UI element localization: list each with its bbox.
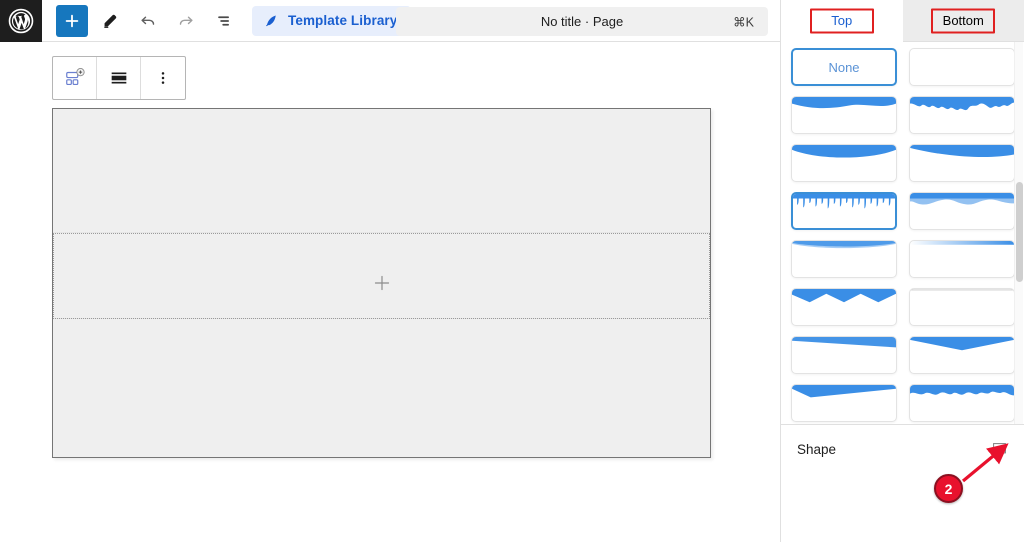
shape-preview-drips [793, 194, 895, 209]
shape-preview-line-gradient [910, 241, 1014, 245]
plus-icon [65, 14, 79, 27]
shape-setting-row: Shape [781, 425, 1024, 459]
shape-preview-zigzag [792, 289, 896, 303]
wordpress-logo-icon [8, 8, 34, 34]
document-overview-icon [218, 15, 229, 26]
command-palette-shortcut: ⌘K [733, 15, 754, 29]
shape-preview-wave-gradient [910, 193, 1014, 205]
document-title-bar[interactable]: No title · Page ⌘K [396, 7, 768, 36]
shape-preset-wave-gradient[interactable] [909, 192, 1015, 230]
more-options-icon [161, 72, 165, 84]
shape-position-tabs: Top Bottom [781, 0, 1024, 42]
block-toolbar [52, 56, 186, 100]
top-bar-tools: Template Library [42, 4, 412, 37]
shape-preset-hairline[interactable] [909, 288, 1015, 326]
selected-section-block[interactable] [52, 108, 711, 458]
wordpress-logo-button[interactable] [0, 0, 42, 42]
undo-arrow-icon [141, 16, 155, 25]
plus-icon [374, 275, 389, 291]
shape-preset-curve-thin[interactable] [791, 240, 897, 278]
redo-button[interactable] [170, 5, 202, 37]
shape-preset-drips[interactable] [791, 192, 897, 230]
tab-bottom[interactable]: Bottom [902, 0, 1024, 42]
shape-preview-slope-left [792, 385, 896, 398]
shape-divider-sidebar: Top Bottom None Custom PRO Shape [780, 0, 1024, 542]
tab-top[interactable]: Top [781, 0, 903, 42]
edit-tool-button[interactable] [94, 5, 126, 37]
shape-preset-curve-convex[interactable] [791, 144, 897, 182]
editor-canvas-area [0, 42, 780, 542]
shape-preview-slope-right [792, 337, 896, 348]
template-library-button[interactable]: Template Library [252, 5, 412, 36]
shape-preset-curve-tilt[interactable] [909, 144, 1015, 182]
panel-vertical-scrollbar[interactable] [1014, 42, 1023, 424]
editor-top-bar: Template Library No title · Page ⌘K [0, 0, 780, 42]
shape-preview-curve-tilt [910, 145, 1014, 157]
tab-bottom-label: Bottom [942, 13, 984, 28]
shape-preset-zigzag[interactable] [791, 288, 897, 326]
shape-preset-wave-soft[interactable] [791, 96, 897, 134]
shape-picker-icon[interactable] [989, 439, 1009, 459]
redo-arrow-icon [179, 16, 193, 25]
shape-preset-none[interactable]: None [791, 48, 897, 86]
shape-setting-section: Shape [781, 424, 1024, 542]
shape-preview-curve-thin [792, 241, 896, 249]
shape-preset-triangle-notch[interactable] [909, 336, 1015, 374]
shape-preview-curve-convex [792, 145, 896, 158]
block-appender-button[interactable] [370, 271, 394, 295]
shape-setting-label: Shape [797, 441, 837, 457]
shape-preset-blank[interactable] [909, 48, 1015, 86]
shape-preset-line-gradient[interactable] [909, 240, 1015, 278]
shape-preview-waves-rough [910, 97, 1014, 111]
shape-preview-triangle-notch [910, 337, 1014, 351]
more-options-button[interactable] [141, 57, 185, 99]
section-layout-button[interactable] [97, 57, 141, 99]
shape-preset-grid: None [781, 42, 1024, 424]
add-block-button[interactable] [56, 4, 88, 37]
undo-button[interactable] [132, 5, 164, 37]
shape-preset-bumps[interactable] [909, 384, 1015, 422]
list-view-button[interactable] [208, 5, 240, 37]
tab-top-label: Top [831, 13, 853, 28]
app-root: Template Library No title · Page ⌘K Top … [0, 0, 1024, 542]
block-type-icon [65, 68, 85, 86]
shape-preset-scroll-area[interactable]: None Custom PRO [781, 42, 1024, 424]
template-library-label: Template Library [288, 13, 398, 28]
pencil-icon [103, 14, 116, 28]
shape-preset-slope-right[interactable] [791, 336, 897, 374]
template-library-icon [266, 15, 276, 27]
shape-preview-bumps [910, 385, 1014, 396]
shape-preset-slope-left[interactable] [791, 384, 897, 422]
shape-preset-none-label: None [828, 59, 860, 75]
section-layout-icon [111, 72, 126, 84]
panel-scrollbar-thumb[interactable] [1016, 182, 1023, 282]
shape-preview-hairline [910, 289, 1014, 291]
shape-preset-waves-rough[interactable] [909, 96, 1015, 134]
page-title: No title · Page [540, 14, 624, 29]
block-type-button[interactable] [53, 57, 97, 99]
shape-preview-wave-soft [792, 97, 896, 109]
